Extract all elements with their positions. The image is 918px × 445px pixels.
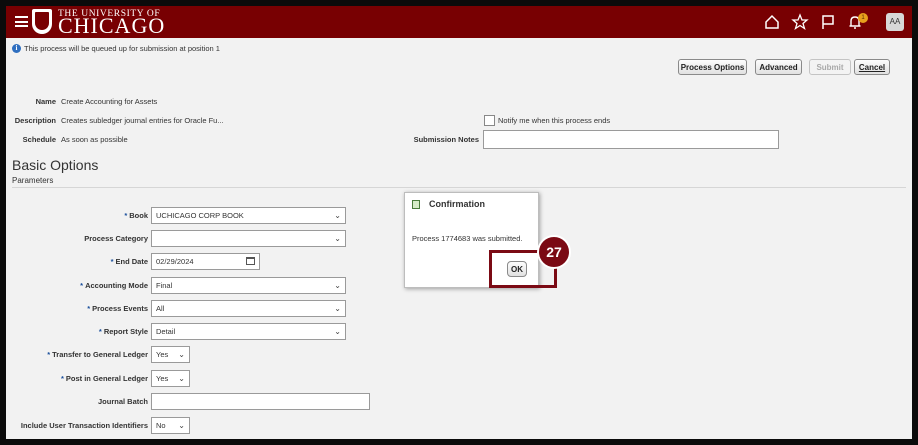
cancel-button[interactable]: Cancel <box>854 59 890 75</box>
book-value: UCHICAGO CORP BOOK <box>156 211 244 220</box>
end-date-input[interactable]: 02/29/2024 <box>151 253 260 270</box>
description-label: Description <box>14 116 56 125</box>
chevron-down-icon: ⌄ <box>178 421 185 430</box>
user-avatar[interactable]: AA <box>886 13 904 31</box>
notify-checkbox[interactable] <box>484 115 495 126</box>
cancel-button-label: Cancel <box>858 63 886 72</box>
end-date-value: 02/29/2024 <box>156 257 194 266</box>
transfer-gl-label-text: Transfer to General Ledger <box>52 350 148 359</box>
report-style-label-text: Report Style <box>103 327 148 336</box>
chevron-down-icon: ⌄ <box>334 234 341 243</box>
name-label: Name <box>35 97 56 106</box>
notify-label: Notify me when this process ends <box>498 116 611 125</box>
app-window: THE UNIVERSITY OF CHICAGO 1 AA i This pr… <box>6 6 912 439</box>
dialog-title: Confirmation <box>429 199 485 209</box>
chevron-down-icon: ⌄ <box>334 211 341 220</box>
step-number-badge: 27 <box>537 235 571 269</box>
basic-options-heading: Basic Options <box>12 157 99 173</box>
calendar-icon[interactable] <box>246 257 255 265</box>
process-events-label: * Process Events <box>6 304 148 313</box>
chevron-down-icon: ⌄ <box>334 281 341 290</box>
info-message-text: This process will be queued up for submi… <box>24 44 220 53</box>
process-options-button[interactable]: Process Options <box>678 59 747 75</box>
book-label: * Book <box>6 211 148 220</box>
description-value: Creates subledger journal entries for Or… <box>61 116 224 125</box>
confirmation-icon <box>412 200 420 209</box>
chevron-down-icon: ⌄ <box>334 304 341 313</box>
schedule-value: As soon as possible <box>61 135 128 144</box>
report-style-label: * Report Style <box>6 327 148 336</box>
notification-badge: 1 <box>858 13 868 23</box>
post-gl-value: Yes <box>156 374 169 383</box>
report-style-select[interactable]: Detail ⌄ <box>151 323 346 340</box>
accounting-mode-label-text: Accounting Mode <box>85 281 148 290</box>
submission-notes-input[interactable] <box>483 130 779 149</box>
required-marker: * <box>80 281 84 290</box>
chevron-down-icon: ⌄ <box>334 327 341 336</box>
process-events-label-text: Process Events <box>92 304 148 313</box>
star-icon[interactable] <box>791 13 809 31</box>
process-events-select[interactable]: All ⌄ <box>151 300 346 317</box>
parameters-subheading: Parameters <box>12 176 54 185</box>
post-gl-select[interactable]: Yes ⌄ <box>151 370 190 387</box>
journal-batch-label: Journal Batch <box>97 397 148 406</box>
book-select[interactable]: UCHICAGO CORP BOOK ⌄ <box>151 207 346 224</box>
required-marker: * <box>110 257 114 266</box>
journal-batch-input[interactable] <box>151 393 370 410</box>
advanced-button[interactable]: Advanced <box>755 59 802 75</box>
info-message: i This process will be queued up for sub… <box>12 44 220 53</box>
section-divider <box>12 187 906 188</box>
info-icon: i <box>12 44 21 53</box>
end-date-label-text: End Date <box>115 257 148 266</box>
university-seal-logo <box>32 9 52 34</box>
required-marker: * <box>60 374 64 383</box>
global-header: THE UNIVERSITY OF CHICAGO 1 AA <box>6 6 912 38</box>
accounting-mode-select[interactable]: Final ⌄ <box>151 277 346 294</box>
process-events-value: All <box>156 304 165 313</box>
submission-notes-label: Submission Notes <box>413 135 479 144</box>
accounting-mode-label: * Accounting Mode <box>6 281 148 290</box>
dialog-message: Process 1774683 was submitted. <box>412 234 523 243</box>
chevron-down-icon: ⌄ <box>178 350 185 359</box>
required-marker: * <box>98 327 102 336</box>
post-gl-label-text: Post in General Ledger <box>65 374 148 383</box>
required-marker: * <box>47 350 51 359</box>
menu-icon[interactable] <box>15 16 28 27</box>
book-label-text: Book <box>129 211 148 220</box>
transfer-gl-label: * Transfer to General Ledger <box>6 350 148 359</box>
chevron-down-icon: ⌄ <box>178 374 185 383</box>
flag-icon[interactable] <box>819 13 837 31</box>
transfer-gl-value: Yes <box>156 350 169 359</box>
report-style-value: Detail <box>156 327 176 336</box>
user-txn-select[interactable]: No ⌄ <box>151 417 190 434</box>
user-txn-value: No <box>156 421 166 430</box>
logo-text-big: CHICAGO <box>58 13 166 38</box>
end-date-label: * End Date <box>6 257 148 266</box>
required-marker: * <box>87 304 91 313</box>
schedule-label: Schedule <box>22 135 56 144</box>
user-txn-label: Include User Transaction Identifiers <box>20 421 148 430</box>
submit-button[interactable]: Submit <box>809 59 851 75</box>
accounting-mode-value: Final <box>156 281 173 290</box>
process-category-select[interactable]: ⌄ <box>151 230 346 247</box>
post-gl-label: * Post in General Ledger <box>6 374 148 383</box>
home-icon[interactable] <box>763 13 781 31</box>
process-category-label: Process Category <box>84 234 148 243</box>
name-value: Create Accounting for Assets <box>61 97 158 106</box>
required-marker: * <box>124 211 128 220</box>
transfer-gl-select[interactable]: Yes ⌄ <box>151 346 190 363</box>
